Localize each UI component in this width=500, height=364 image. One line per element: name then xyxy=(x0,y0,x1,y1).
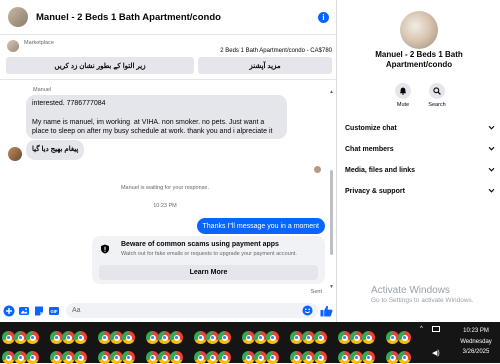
sticker-icon[interactable] xyxy=(33,305,45,317)
taskbar: ^ ◀) 10:23 PM Wednesday 3/26/2025 xyxy=(0,322,500,364)
timestamp: 10:23 PM xyxy=(153,203,177,209)
sender-avatar[interactable] xyxy=(8,147,22,161)
message-scrollbar[interactable]: ▲ ▼ xyxy=(329,90,334,290)
section-privacy-support[interactable]: Privacy & support xyxy=(338,181,500,201)
chrome-icon[interactable] xyxy=(314,351,327,364)
search-action[interactable]: Search xyxy=(422,83,452,108)
section-media-files-links[interactable]: Media, files and links xyxy=(338,160,500,180)
chrome-icon[interactable] xyxy=(266,351,279,364)
outgoing-message[interactable]: Thanks I"ll message you in a moment xyxy=(196,218,325,234)
warning-subtitle: Watch out for fake emails or requests to… xyxy=(121,251,297,257)
chevron-down-icon xyxy=(488,146,495,151)
warning-title: Beware of common scams using payment app… xyxy=(121,241,279,248)
volume-icon[interactable]: ◀) xyxy=(432,349,440,357)
chrome-icon[interactable] xyxy=(398,331,411,344)
chrome-icon[interactable] xyxy=(266,331,279,344)
watermark-title: Activate Windows xyxy=(371,285,450,296)
incoming-message-auto[interactable]: پیغام بھیج دیا گیا xyxy=(26,140,85,160)
message-composer: GIF Aa xyxy=(0,300,337,322)
chat-panel: Manuel - 2 Beds 1 Bath Apartment/condo i… xyxy=(0,0,337,322)
photo-icon[interactable] xyxy=(18,305,30,317)
message-input[interactable]: Aa xyxy=(66,303,318,318)
chrome-icon[interactable] xyxy=(170,331,183,344)
chrome-icon[interactable] xyxy=(26,331,39,344)
mute-button[interactable] xyxy=(395,83,411,99)
chevron-up-icon[interactable]: ^ xyxy=(420,326,423,332)
scam-warning-card: Beware of common scams using payment app… xyxy=(92,236,325,284)
chrome-icon[interactable] xyxy=(218,351,231,364)
network-icon[interactable] xyxy=(432,326,440,332)
chrome-icon[interactable] xyxy=(170,351,183,364)
sent-status: Sent xyxy=(310,289,322,295)
chrome-icon[interactable] xyxy=(398,351,411,364)
scroll-up-icon[interactable]: ▲ xyxy=(329,90,334,95)
section-label: Privacy & support xyxy=(345,187,405,195)
section-label: Customize chat xyxy=(345,124,397,132)
clock-time: 10:23 PM xyxy=(463,328,489,334)
chrome-icon[interactable] xyxy=(218,331,231,344)
seen-avatar xyxy=(314,166,321,173)
activate-windows-watermark: Activate Windows Go to Settings to activ… xyxy=(371,285,474,304)
chrome-icon[interactable] xyxy=(74,331,87,344)
clock[interactable]: 10:23 PM Wednesday 3/26/2025 xyxy=(456,326,496,358)
marketplace-label: Marketplace xyxy=(24,40,54,46)
section-label: Chat members xyxy=(345,145,394,153)
clock-day: Wednesday xyxy=(460,338,492,345)
chrome-icon[interactable] xyxy=(314,331,327,344)
more-options-button[interactable]: مزید آپشنز xyxy=(198,57,332,74)
emoji-icon[interactable] xyxy=(302,305,313,316)
search-button[interactable] xyxy=(429,83,445,99)
chrome-icon[interactable] xyxy=(26,351,39,364)
mark-pending-button[interactable]: زیر التوا کے بطور نشان زد کریں xyxy=(6,57,194,74)
system-tray: ^ ◀) 10:23 PM Wednesday 3/26/2025 xyxy=(420,322,500,363)
chevron-down-icon xyxy=(488,188,495,193)
info-icon[interactable]: i xyxy=(318,12,329,23)
conversation-details-panel: Manuel - 2 Beds 1 Bath Apartment/condo M… xyxy=(338,0,500,322)
section-customize-chat[interactable]: Customize chat xyxy=(338,118,500,138)
chrome-icon[interactable] xyxy=(362,331,375,344)
section-label: Media, files and links xyxy=(345,166,416,174)
chrome-icon[interactable] xyxy=(122,351,135,364)
search-icon xyxy=(433,87,441,95)
clock-date: 3/26/2025 xyxy=(462,349,490,355)
chrome-icon[interactable] xyxy=(122,331,135,344)
waiting-status: Manuel is waiting for your response. xyxy=(120,185,210,191)
mute-label: Mute xyxy=(396,102,410,108)
sender-name: Manuel xyxy=(33,87,52,93)
watermark-subtitle: Go to Settings to activate Windows. xyxy=(371,297,474,304)
listing-price-title[interactable]: 2 Beds 1 Bath Apartment/condo - CA$780 xyxy=(220,48,332,54)
chrome-icon[interactable] xyxy=(74,351,87,364)
shield-icon xyxy=(101,244,109,254)
plus-circle-icon[interactable] xyxy=(3,305,15,317)
chevron-down-icon xyxy=(488,125,495,130)
section-chat-members[interactable]: Chat members xyxy=(338,139,500,159)
chat-title[interactable]: Manuel - 2 Beds 1 Bath Apartment/condo xyxy=(36,12,221,23)
profile-photo[interactable] xyxy=(400,11,438,49)
chat-avatar[interactable] xyxy=(8,7,28,27)
scroll-down-icon[interactable]: ▼ xyxy=(329,285,334,290)
message-list: Manuel interested. 7786777084 My name is… xyxy=(0,81,337,297)
scroll-thumb[interactable] xyxy=(330,170,333,255)
chevron-down-icon xyxy=(488,167,495,172)
search-label: Search xyxy=(428,102,446,108)
thumbs-up-icon[interactable] xyxy=(320,305,333,317)
messenger-window: Manuel - 2 Beds 1 Bath Apartment/condo i… xyxy=(0,0,500,322)
svg-text:GIF: GIF xyxy=(51,309,58,314)
listing-thumbnail[interactable] xyxy=(7,40,19,52)
bell-icon xyxy=(399,87,407,95)
profile-name[interactable]: Manuel - 2 Beds 1 Bath Apartment/condo xyxy=(346,50,492,70)
chat-header: Manuel - 2 Beds 1 Bath Apartment/condo i xyxy=(0,0,337,35)
gif-icon[interactable]: GIF xyxy=(48,305,60,317)
incoming-message[interactable]: interested. 7786777084 My name is manuel… xyxy=(26,95,287,139)
chrome-icon[interactable] xyxy=(362,351,375,364)
learn-more-button[interactable]: Learn More xyxy=(99,265,318,280)
mute-action[interactable]: Mute xyxy=(388,83,418,108)
marketplace-listing-bar: Marketplace 2 Beds 1 Bath Apartment/cond… xyxy=(0,36,337,80)
